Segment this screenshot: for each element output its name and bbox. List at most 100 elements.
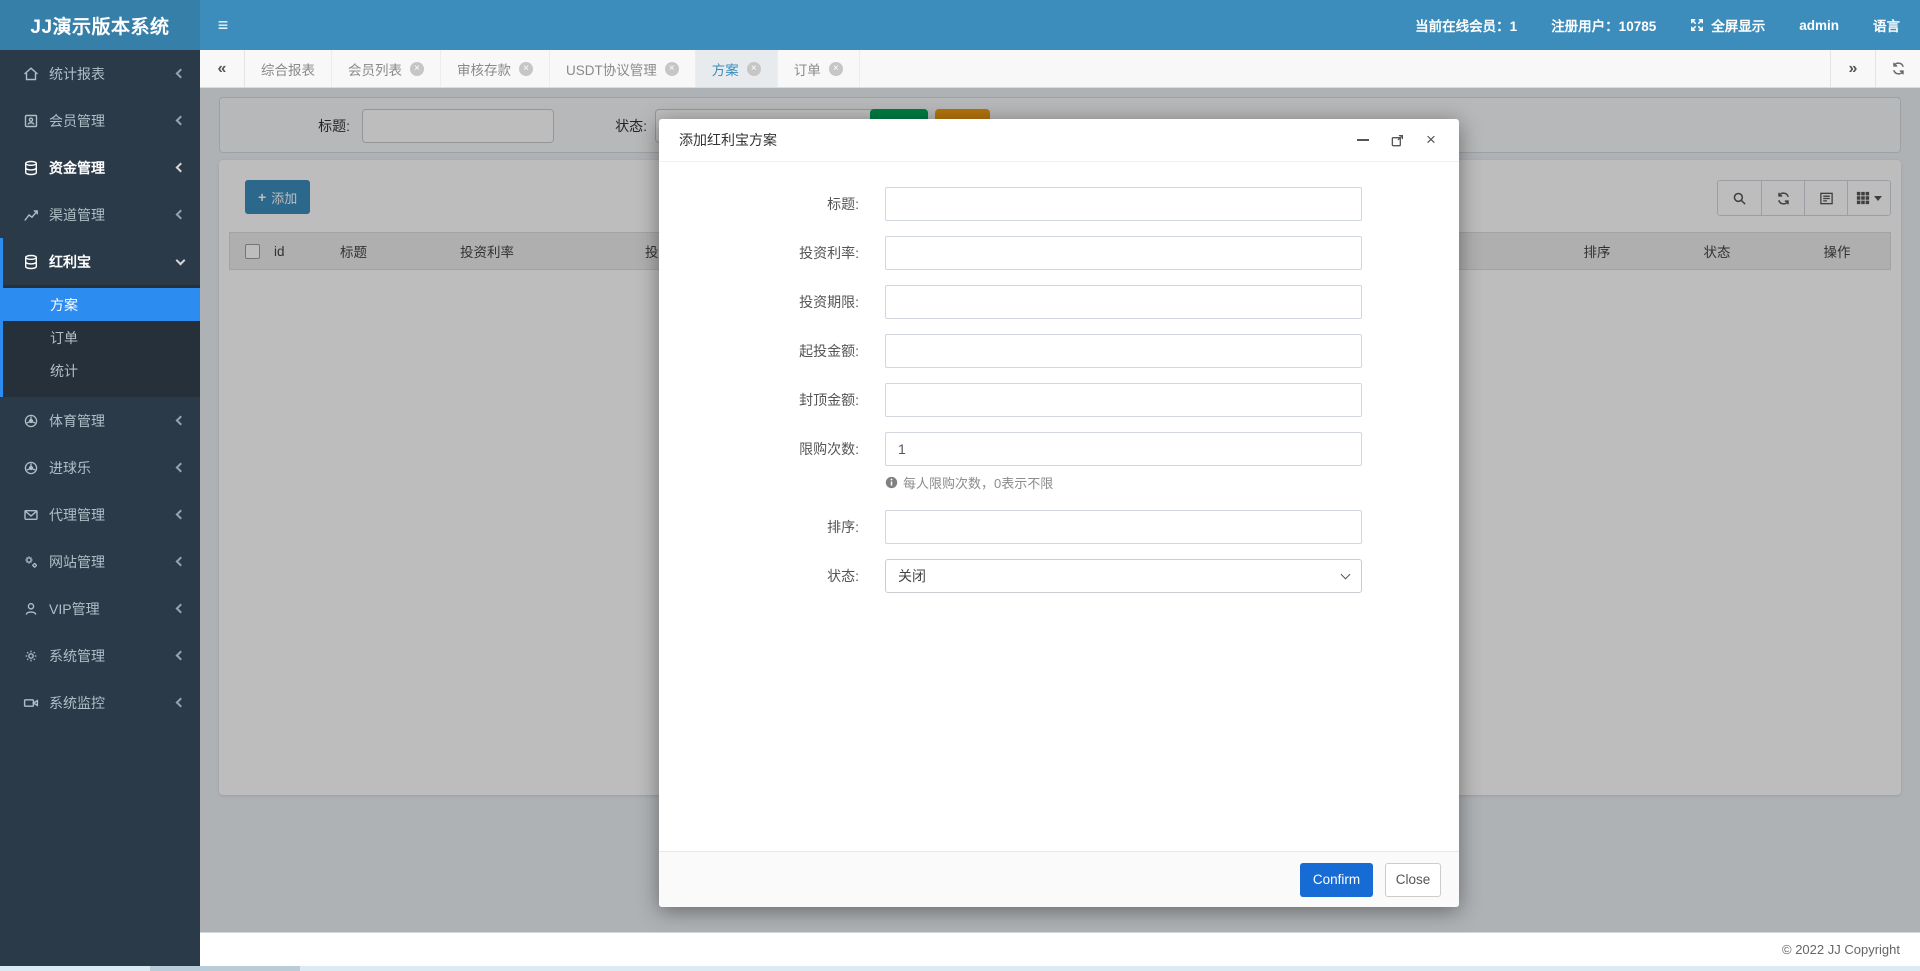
title-input[interactable]	[885, 187, 1362, 221]
status-select-value: 关闭	[898, 566, 926, 586]
top-navbar: JJ演示版本系统 ≡ 当前在线会员：1 注册用户：10785 全屏显示 admi…	[0, 0, 1920, 50]
sidebar-item-goal-fun[interactable]: 进球乐	[0, 444, 200, 491]
tab-orders[interactable]: 订单 ×	[778, 50, 860, 87]
chevron-left-icon	[176, 557, 186, 567]
modal-body: 标题: 投资利率: 投资期限: 起投金额: 封顶金额: 限购次数:	[659, 162, 1459, 850]
gear-icon	[22, 648, 39, 664]
info-icon	[885, 476, 898, 489]
add-bonus-plan-modal: 添加红利宝方案 × 标题: 投资利率: 投资期限:	[659, 119, 1459, 907]
invest-rate-input[interactable]	[885, 236, 1362, 270]
sidebar-item-bonus[interactable]: 红利宝	[3, 238, 200, 285]
sidebar-item-agent-mgmt[interactable]: 代理管理	[0, 491, 200, 538]
sidebar-item-site-mgmt[interactable]: 网站管理	[0, 538, 200, 585]
maximize-icon	[1390, 133, 1405, 148]
home-icon	[22, 66, 39, 82]
chevron-left-icon	[176, 510, 186, 520]
registered-users-stat: 注册用户：10785	[1551, 15, 1656, 35]
field-label-invest-rate: 投资利率:	[659, 236, 885, 270]
soccer-icon	[22, 413, 39, 429]
close-button[interactable]: ×	[1423, 132, 1439, 148]
invest-term-input[interactable]	[885, 285, 1362, 319]
minimize-button[interactable]	[1355, 132, 1371, 148]
tab-member-list[interactable]: 会员列表 ×	[332, 50, 441, 87]
field-label-title: 标题:	[659, 187, 885, 221]
soccer-icon	[22, 460, 39, 476]
tab-comprehensive-report[interactable]: 综合报表	[245, 50, 332, 87]
language-menu[interactable]: 语言	[1873, 15, 1900, 35]
chevron-left-icon	[176, 210, 186, 220]
chevron-left-icon	[176, 163, 186, 173]
tab-plan[interactable]: 方案 ×	[696, 50, 778, 87]
close-icon[interactable]: ×	[665, 62, 679, 76]
online-members-stat: 当前在线会员：1	[1415, 15, 1517, 35]
close-icon[interactable]: ×	[747, 62, 761, 76]
horizontal-scrollbar[interactable]	[0, 966, 1920, 971]
user-icon	[22, 601, 39, 617]
chevron-down-icon	[176, 255, 186, 265]
chevron-left-icon	[176, 651, 186, 661]
copyright-text: © 2022 JJ Copyright	[1782, 942, 1900, 957]
chevron-down-icon	[1341, 570, 1351, 580]
min-amount-input[interactable]	[885, 334, 1362, 368]
field-label-purchase-limit: 限购次数:	[659, 432, 885, 466]
refresh-icon	[1891, 61, 1906, 76]
camera-icon	[22, 695, 39, 711]
sidebar-item-funds-mgmt[interactable]: 资金管理	[0, 144, 200, 191]
purchase-limit-hint: 每人限购次数，0表示不限	[885, 473, 1459, 492]
sidebar-item-system-monitor[interactable]: 系统监控	[0, 679, 200, 726]
confirm-button[interactable]: Confirm	[1300, 863, 1373, 897]
close-modal-button[interactable]: Close	[1385, 863, 1441, 897]
members-icon	[22, 113, 39, 129]
sidebar-item-sports-mgmt[interactable]: 体育管理	[0, 397, 200, 444]
sidebar-item-orders[interactable]: 订单	[3, 321, 200, 354]
tabs-scroll-left-button[interactable]: «	[200, 50, 245, 87]
sidebar-item-statistics[interactable]: 统计	[3, 354, 200, 387]
sidebar-tree-bonus: 红利宝 方案 订单 统计	[0, 238, 200, 397]
user-menu[interactable]: admin	[1799, 18, 1839, 33]
sidebar-item-member-mgmt[interactable]: 会员管理	[0, 97, 200, 144]
sidebar-item-channel-mgmt[interactable]: 渠道管理	[0, 191, 200, 238]
field-label-invest-term: 投资期限:	[659, 285, 885, 319]
minimize-icon	[1357, 139, 1369, 141]
sidebar-item-vip-mgmt[interactable]: VIP管理	[0, 585, 200, 632]
cogs-icon	[22, 554, 39, 570]
chevron-left-icon	[176, 698, 186, 708]
close-icon[interactable]: ×	[410, 62, 424, 76]
tab-bar: « 综合报表 会员列表 × 审核存款 × USDT协议管理 × 方案 × 订单 …	[200, 50, 1920, 88]
cap-amount-input[interactable]	[885, 383, 1362, 417]
menu-icon[interactable]: ≡	[200, 0, 246, 50]
sidebar-submenu-bonus: 方案 订单 统计	[3, 285, 200, 397]
envelope-icon	[22, 507, 39, 523]
field-label-min-amount: 起投金额:	[659, 334, 885, 368]
tab-deposit-review[interactable]: 审核存款 ×	[441, 50, 550, 87]
fullscreen-icon	[1690, 18, 1704, 32]
sidebar-item-stats-report[interactable]: 统计报表	[0, 50, 200, 97]
modal-title: 添加红利宝方案	[679, 130, 777, 150]
fullscreen-button[interactable]: 全屏显示	[1690, 15, 1765, 35]
chevron-left-icon	[176, 69, 186, 79]
field-label-cap-amount: 封顶金额:	[659, 383, 885, 417]
maximize-button[interactable]	[1389, 132, 1405, 148]
close-icon[interactable]: ×	[519, 62, 533, 76]
chevron-left-icon	[176, 604, 186, 614]
close-icon[interactable]: ×	[829, 62, 843, 76]
page-footer: © 2022 JJ Copyright	[200, 932, 1920, 966]
status-select[interactable]: 关闭	[885, 559, 1362, 593]
tabs-refresh-button[interactable]	[1875, 50, 1920, 87]
sidebar: 统计报表 会员管理 资金管理 渠道管理	[0, 50, 200, 966]
field-label-sort: 排序:	[659, 510, 885, 544]
modal-titlebar: 添加红利宝方案 ×	[659, 119, 1459, 162]
modal-footer: Confirm Close	[659, 851, 1459, 907]
chevron-left-icon	[176, 116, 186, 126]
sidebar-item-system-mgmt[interactable]: 系统管理	[0, 632, 200, 679]
chevron-left-icon	[176, 416, 186, 426]
chevron-left-icon	[176, 463, 186, 473]
sort-input[interactable]	[885, 510, 1362, 544]
scrollbar-thumb[interactable]	[150, 966, 300, 971]
purchase-limit-input[interactable]	[885, 432, 1362, 466]
tabs-scroll-right-button[interactable]: »	[1830, 50, 1875, 87]
field-label-status: 状态:	[659, 559, 885, 593]
tab-usdt-protocol[interactable]: USDT协议管理 ×	[550, 50, 696, 87]
brand-logo: JJ演示版本系统	[0, 0, 200, 50]
sidebar-item-plan[interactable]: 方案	[3, 288, 200, 321]
